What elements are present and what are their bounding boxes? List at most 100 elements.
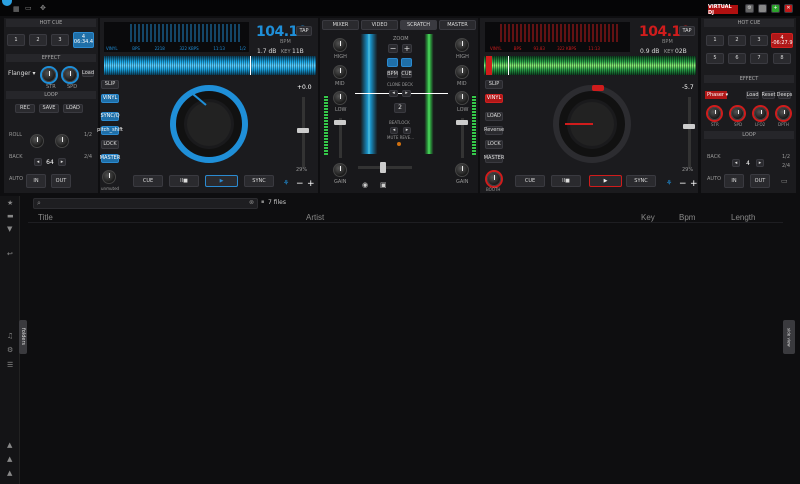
deck-right-slip-button[interactable]: SLIP [485,80,503,89]
beatlock-right-button[interactable]: ▸ [403,127,411,134]
effect-str-right-knob[interactable] [708,107,721,120]
favorites-icon[interactable]: ★ [7,200,13,207]
mixer-left-high-knob[interactable] [333,38,347,52]
deck-left-master-button[interactable]: MASTER [100,154,120,163]
deck-left-slip-button[interactable]: SLIP [101,80,119,89]
mixer-right-volume-fader[interactable] [456,120,468,125]
deck-right-pause-button[interactable]: II■ [551,175,581,187]
deck-right-pitch-plus-icon[interactable]: + [690,180,698,189]
deck-left-waveform[interactable] [104,56,316,75]
loop-roll-knob-2[interactable] [55,134,69,148]
effect-select-left[interactable]: Flanger ▾ [8,70,36,78]
beat-cue-button[interactable]: CUE [401,70,412,78]
mixer-left-gain-knob[interactable] [333,163,347,177]
file-list[interactable] [28,224,783,482]
sidebar-arrow-2-icon[interactable]: ▲ [7,456,12,463]
column-artist[interactable]: Artist [306,213,324,222]
loop-header-left[interactable]: LOOP [6,91,96,99]
deck-left-pause-button[interactable]: II■ [169,175,199,187]
loop-in-button[interactable]: IN [26,174,46,188]
column-length[interactable]: Length [731,213,755,222]
settings-small-icon[interactable]: ⚙ [7,347,13,354]
mixer-left-mid-knob[interactable] [333,65,347,79]
deck-left-keylock-icon[interactable]: ⚘ [283,180,289,187]
hotcue-3-left[interactable]: 3 [51,34,69,46]
deck-right-sync-button[interactable]: SYNC [626,175,656,187]
deck-left-pitch-shift-button[interactable]: pitch_shift [97,126,123,135]
deck-left-cue-button[interactable]: CUE [133,175,163,187]
loop-decrease-right-button[interactable]: ◂ [732,159,740,167]
clone-left-button[interactable]: ◂ [389,90,398,97]
deck-right-reverse-button[interactable]: Reverse [484,126,504,135]
tab-video[interactable]: VIDEO [361,20,398,30]
hotcue-1-left[interactable]: 1 [7,34,25,46]
effect-str-knob[interactable] [42,68,56,82]
loop-out-button[interactable]: OUT [51,174,71,188]
hotcue-8-right[interactable]: 8 [773,53,791,64]
tab-scratch[interactable]: SCRATCH [400,20,437,30]
column-key[interactable]: Key [641,213,655,222]
effect-lfo2-right-knob[interactable] [754,107,767,120]
deck-right-lock-button[interactable]: LOCK [485,140,503,149]
effect-spd-knob[interactable] [63,68,77,82]
right-panel-corner-icon[interactable]: ▭ [781,178,788,185]
deck-right-tap-button[interactable]: TAP [679,26,695,36]
loop-roll-knob-1[interactable] [30,134,44,148]
deck-right-pitch-fader[interactable] [683,124,695,129]
effect-load-right-button[interactable]: Load [746,91,759,99]
deck-left-pitch-plus-icon[interactable]: + [307,180,315,189]
loop-increase-button[interactable]: ▸ [58,158,66,166]
hotcue-4-left[interactable]: 4 06:34.4 [73,32,94,48]
hotcue-2-right[interactable]: 2 [728,35,746,46]
sidebar-arrow-3-icon[interactable]: ▲ [7,470,12,477]
loop-in-right-button[interactable]: IN [724,174,744,188]
mixer-left-volume-fader[interactable] [334,120,346,125]
sidebar-arrow-1-icon[interactable]: ▲ [7,442,12,449]
deck-right-waveform[interactable] [484,56,696,75]
loop-load-button[interactable]: LOAD [63,104,83,113]
hotcue-1-right[interactable]: 1 [706,35,724,46]
music-icon[interactable]: ♫ [7,333,13,340]
hotcue-header-right[interactable]: HOT CUE [704,19,794,27]
loop-decrease-button[interactable]: ◂ [34,158,42,166]
mixer-right-gain-knob[interactable] [455,163,469,177]
mixer-left-low-knob[interactable] [333,91,347,105]
sideview-tab[interactable]: side view [783,320,795,354]
tab-mixer[interactable]: MIXER [322,20,359,30]
scratch-waveform-left[interactable] [355,34,383,154]
hotcue-7-right[interactable]: 7 [750,53,768,64]
hotcue-2-left[interactable]: 2 [29,34,47,46]
folders-tab[interactable]: folders [19,320,27,354]
hotcue-4-right[interactable]: 4 -06:27.9 [771,33,793,48]
mixer-sampler-icon[interactable]: ▣ [380,182,387,189]
loop-increase-right-button[interactable]: ▸ [756,159,764,167]
effect-header-right[interactable]: EFFECT [704,75,794,83]
tab-master[interactable]: MASTER [439,20,476,30]
effect-spd-right-knob[interactable] [731,107,744,120]
deck-right-jogwheel[interactable] [553,85,631,163]
effect-load-button[interactable]: Load [82,70,94,77]
hotcue-3-right[interactable]: 3 [750,35,768,46]
deck-left-lock-button[interactable]: LOCK [101,140,119,149]
beat-bpm-button[interactable]: BPM [387,70,398,78]
effect-reset-right-button[interactable]: Reset [762,91,775,99]
deck-left-pitch-minus-icon[interactable]: − [296,180,304,189]
deck-right-vinyl-button[interactable]: VINYL [485,94,503,103]
mixer-right-high-knob[interactable] [455,38,469,52]
hotcue-5-right[interactable]: 5 [706,53,724,64]
hotcue-6-right[interactable]: 6 [728,53,746,64]
deck-right-pitch-minus-icon[interactable]: − [679,180,687,189]
effect-select-right[interactable]: Phaser ▾ [705,91,728,99]
deck-left-tap-button[interactable]: TAP [296,26,312,36]
deck-right-booth-knob[interactable] [487,172,501,186]
monitor-icon[interactable]: ▭ [25,5,32,12]
effect-header-left[interactable]: EFFECT [6,54,96,62]
mixer-right-mid-knob[interactable] [455,65,469,79]
search-clear-icon[interactable]: ⊗ [249,200,254,206]
zoom-out-button[interactable]: − [388,44,398,53]
search-bar[interactable]: ⌕ ⊗ [33,198,258,209]
deck-left-sync-q-button[interactable]: SYNC/Q [100,112,120,121]
beatlock-left-button[interactable]: ◂ [390,127,398,134]
clone-right-button[interactable]: ▸ [402,90,411,97]
column-bpm[interactable]: Bpm [679,213,695,222]
